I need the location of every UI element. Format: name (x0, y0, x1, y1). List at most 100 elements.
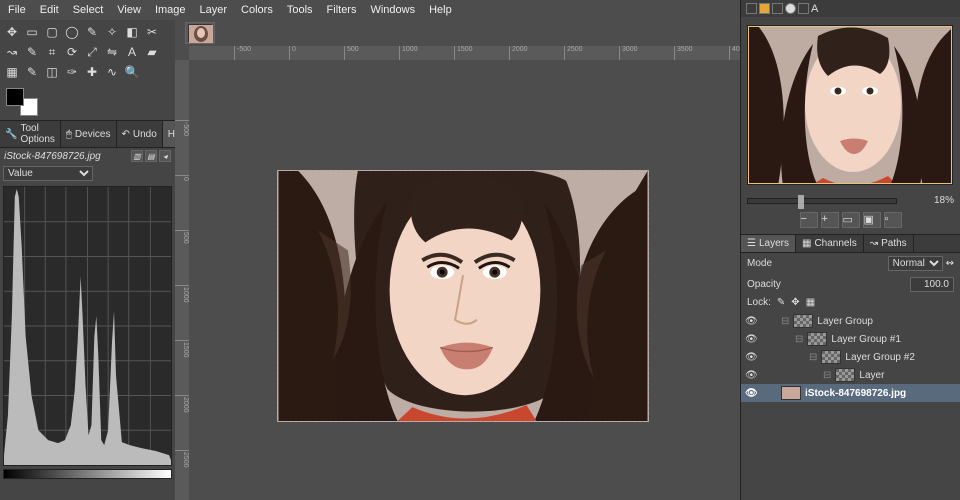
tool-zoom[interactable]: 🔍 (123, 63, 141, 81)
mode-label: Mode (747, 258, 772, 269)
menu-image[interactable]: Image (155, 4, 186, 16)
visibility-toggle-icon[interactable]: 👁 (745, 388, 757, 399)
lock-pixels-icon[interactable]: ✎ (777, 297, 785, 308)
menu-view[interactable]: View (117, 4, 141, 16)
expand-toggle-icon[interactable]: ⊟ (781, 316, 789, 327)
layer-row[interactable]: 👁 ⊟ Layer Group #2 (741, 348, 960, 366)
menu-edit[interactable]: Edit (40, 4, 59, 16)
undo-icon: ↶ (122, 129, 130, 140)
tool-scissors[interactable]: ✂ (143, 23, 161, 41)
layer-name[interactable]: Layer Group #2 (845, 352, 915, 363)
hdr-icon-2[interactable] (759, 3, 770, 14)
layer-row[interactable]: 👁 ⊟ Layer Group #1 (741, 330, 960, 348)
tool-clone[interactable]: ✑ (63, 63, 81, 81)
foreground-color-swatch[interactable] (6, 88, 24, 106)
tool-smudge[interactable]: ∿ (103, 63, 121, 81)
tool-blend[interactable]: ▦ (3, 63, 21, 81)
visibility-toggle-icon[interactable]: 👁 (745, 316, 757, 327)
tab-layers[interactable]: ☰Layers (741, 235, 796, 252)
layer-name[interactable]: Layer (859, 370, 884, 381)
tool-bucket[interactable]: ▰ (143, 43, 161, 61)
tool-rotate[interactable]: ⟳ (63, 43, 81, 61)
tab-undo[interactable]: ↶Undo (117, 121, 163, 147)
histogram-file-label: iStock-847698726.jpg (4, 151, 101, 162)
lock-alpha-icon[interactable]: ▦ (806, 297, 815, 308)
workspace[interactable] (189, 60, 740, 500)
menu-file[interactable]: File (8, 4, 26, 16)
tab-tool-options[interactable]: 🔧Tool Options (0, 121, 61, 147)
tool-fuzzy-select[interactable]: ✧ (103, 23, 121, 41)
zoom-slider[interactable] (747, 198, 897, 204)
menu-windows[interactable]: Windows (370, 4, 415, 16)
hdr-icon-5[interactable] (798, 3, 809, 14)
tool-align[interactable]: ▭ (23, 23, 41, 41)
color-swatches[interactable] (6, 88, 38, 116)
zoom-100-button[interactable]: ▣ (863, 212, 881, 228)
zoom-out-button[interactable]: − (800, 212, 818, 228)
left-panel: ✥ ▭ ▢ ◯ ✎ ✧ ◧ ✂ ↝ ✎ ⌗ ⟳ ⤢ ⇋ A ▰ ▦ ✎ ◫ ✑ … (0, 20, 175, 500)
mode-toggle-icon[interactable]: ↭ (946, 258, 954, 269)
tool-crop[interactable]: ⌗ (43, 43, 61, 61)
zoom-in-button[interactable]: + (821, 212, 839, 228)
visibility-toggle-icon[interactable]: 👁 (745, 370, 757, 381)
opacity-value[interactable]: 100.0 (910, 277, 954, 292)
lock-label: Lock: (747, 297, 771, 308)
canvas-image[interactable] (277, 170, 649, 422)
blend-mode-select[interactable]: Normal (888, 256, 943, 271)
tool-rect-select[interactable]: ▢ (43, 23, 61, 41)
zoom-shrink-button[interactable]: ▫ (884, 212, 902, 228)
menu-layer[interactable]: Layer (200, 4, 228, 16)
visibility-toggle-icon[interactable]: 👁 (745, 352, 757, 363)
tab-paths[interactable]: ↝Paths (864, 235, 914, 252)
tool-move[interactable]: ✥ (3, 23, 21, 41)
hdr-icon-text[interactable]: A (811, 3, 822, 14)
menu-tools[interactable]: Tools (287, 4, 313, 16)
expand-toggle-icon[interactable]: ⊟ (795, 334, 803, 345)
menu-help[interactable]: Help (429, 4, 452, 16)
zoom-percent-label: 18% (934, 195, 954, 206)
opacity-label: Opacity (747, 279, 781, 290)
layer-name[interactable]: Layer Group #1 (831, 334, 901, 345)
menu-filters[interactable]: Filters (327, 4, 357, 16)
layer-row[interactable]: 👁 ⊟ Layer (741, 366, 960, 384)
histogram-range-slider[interactable] (3, 469, 172, 479)
tool-paintbrush[interactable]: ✎ (23, 63, 41, 81)
tool-scale[interactable]: ⤢ (83, 43, 101, 61)
menu-select[interactable]: Select (73, 4, 104, 16)
expand-toggle-icon[interactable]: ⊟ (823, 370, 831, 381)
menu-colors[interactable]: Colors (241, 4, 273, 16)
hdr-icon-1[interactable] (746, 3, 757, 14)
layer-row[interactable]: 👁 iStock-847698726.jpg (741, 384, 960, 402)
layer-thumbnail (821, 350, 841, 364)
document-tab[interactable] (185, 22, 215, 44)
visibility-toggle-icon[interactable]: 👁 (745, 334, 757, 345)
hdr-icon-3[interactable] (772, 3, 783, 14)
expand-toggle-icon[interactable]: ⊟ (809, 352, 817, 363)
layer-thumbnail (835, 368, 855, 382)
hist-menu-button-1[interactable]: ▥ (131, 150, 143, 162)
lock-position-icon[interactable]: ✥ (791, 297, 799, 308)
tool-free-select[interactable]: ✎ (83, 23, 101, 41)
tab-devices[interactable]: 🖱Devices (61, 121, 117, 147)
zoom-slider-thumb[interactable] (798, 195, 804, 209)
histogram-channel-select[interactable]: Value (3, 166, 93, 181)
hdr-icon-4[interactable] (785, 3, 796, 14)
tool-color-picker[interactable]: ✎ (23, 43, 41, 61)
navigation-preview[interactable] (747, 25, 953, 185)
layer-row[interactable]: 👁 ⊟ Layer Group (741, 312, 960, 330)
tool-flip[interactable]: ⇋ (103, 43, 121, 61)
layer-name[interactable]: Layer Group (817, 316, 873, 327)
layer-thumbnail (793, 314, 813, 328)
tool-heal[interactable]: ✚ (83, 63, 101, 81)
tool-paths[interactable]: ↝ (3, 43, 21, 61)
tool-ellipse-select[interactable]: ◯ (63, 23, 81, 41)
layer-tree: 👁 ⊟ Layer Group 👁 ⊟ Layer Group #1 👁 ⊟ Layer Gro… (741, 310, 960, 404)
tool-eraser[interactable]: ◫ (43, 63, 61, 81)
hist-menu-button-3[interactable]: ◂ (159, 150, 171, 162)
tab-channels[interactable]: ▦Channels (796, 235, 864, 252)
zoom-fit-button[interactable]: ▭ (842, 212, 860, 228)
tool-text[interactable]: A (123, 43, 141, 61)
layer-name[interactable]: iStock-847698726.jpg (805, 388, 906, 399)
hist-menu-button-2[interactable]: ▤ (145, 150, 157, 162)
tool-color-select[interactable]: ◧ (123, 23, 141, 41)
